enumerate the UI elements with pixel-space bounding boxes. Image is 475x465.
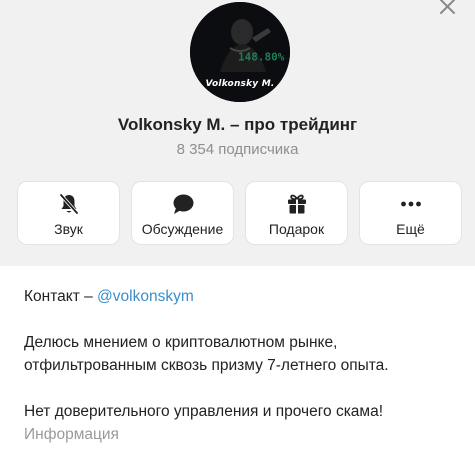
avatar-brand-text: Volkonsky M. xyxy=(205,79,275,89)
description-line-2: отфильтрованным сквозь призму 7-летнего … xyxy=(24,357,389,374)
info-caption: Информация xyxy=(24,426,119,443)
contact-link[interactable]: @volkonskym xyxy=(97,288,194,305)
channel-header: 148.80% Volkonsky M. Volkonsky M. – про … xyxy=(0,0,475,266)
more-button[interactable]: Ещё xyxy=(359,181,462,245)
bell-off-icon xyxy=(58,193,79,215)
close-icon xyxy=(440,0,455,14)
disclaimer-text: Нет доверительного управления и прочего … xyxy=(24,403,384,420)
more-dots-icon xyxy=(400,201,421,207)
action-bar: Звук Обсуждение Подарок Ещё xyxy=(17,181,462,245)
close-button[interactable] xyxy=(435,0,461,20)
chat-bubble-icon xyxy=(173,194,193,214)
channel-title: Volkonsky M. – про трейдинг xyxy=(117,115,358,134)
subscriber-count: 8 354 подписчика xyxy=(176,141,299,158)
discussion-button[interactable]: Обсуждение xyxy=(131,181,234,245)
mute-label: Звук xyxy=(54,221,83,237)
channel-avatar[interactable]: 148.80% Volkonsky M. xyxy=(190,2,290,102)
gift-button[interactable]: Подарок xyxy=(245,181,348,245)
more-label: Ещё xyxy=(396,221,425,237)
contact-line: Контакт – @volkonskym xyxy=(24,285,455,308)
avatar-figure: 148.80% xyxy=(238,50,285,64)
description-line-1: Делюсь мнением о криптовалютном рынке, xyxy=(24,334,338,351)
channel-info: Контакт – @volkonskym Делюсь мнением о к… xyxy=(24,285,455,446)
gift-icon xyxy=(287,194,306,214)
mute-button[interactable]: Звук xyxy=(17,181,120,245)
discussion-label: Обсуждение xyxy=(141,221,224,237)
contact-prefix: Контакт – xyxy=(24,288,98,305)
gift-label: Подарок xyxy=(268,221,325,237)
